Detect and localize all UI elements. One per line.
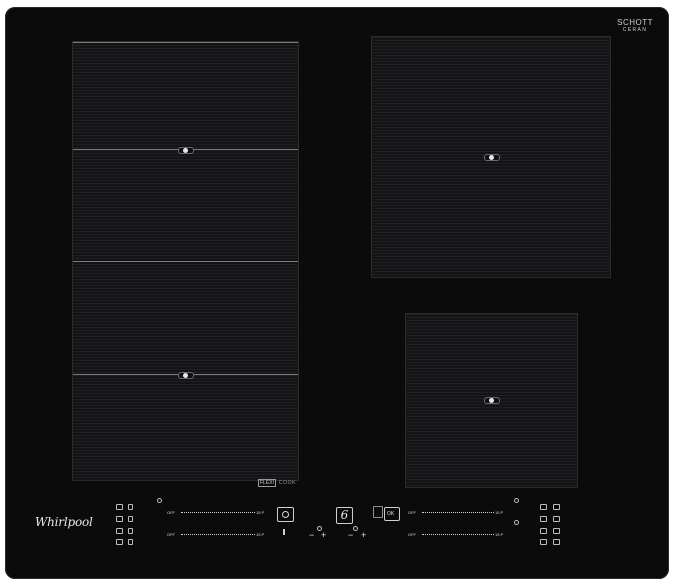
ok-label: OK	[387, 511, 395, 517]
zone-edge-top	[73, 42, 298, 43]
whirlpool-logo: Whirlpool	[35, 515, 93, 529]
zone-status-icon	[128, 516, 133, 522]
zone-status-icon	[553, 516, 560, 522]
zone-status-icon	[128, 539, 133, 545]
left-slider-2-max: 15 P	[256, 532, 265, 537]
zone-select-icon[interactable]	[116, 528, 123, 534]
setting-plus-button[interactable]: +	[361, 531, 366, 540]
function-icon	[373, 506, 383, 518]
zone-divider-2	[73, 261, 298, 262]
schott-text: SCHOTT	[617, 18, 653, 27]
zone-select-icon[interactable]	[116, 516, 123, 522]
power-slider-left-1[interactable]	[181, 512, 255, 514]
right-slider-2-off: OFF	[408, 532, 416, 537]
zone-select-icon[interactable]	[116, 539, 123, 545]
flexi-zone-front-left[interactable]	[72, 41, 299, 481]
left-slider-2-off: OFF	[167, 532, 175, 537]
power-slider-right-1[interactable]	[422, 512, 494, 514]
induction-hob-glass: SCHOTT CERAN FLEXI COOK Whirlpool OFF 15…	[5, 7, 669, 579]
zone-select-icon[interactable]	[540, 504, 547, 510]
power-button[interactable]	[277, 507, 294, 522]
right-slider-2-max: 15 P	[495, 532, 504, 537]
power-icon	[282, 511, 289, 518]
zone-select-icon[interactable]	[540, 516, 547, 522]
zone-center-marker	[484, 397, 500, 404]
zone-status-icon	[128, 504, 133, 510]
right-slider-1-max: 15 P	[495, 510, 504, 515]
power-slider-right-2[interactable]	[422, 534, 494, 536]
zone-center-marker	[484, 154, 500, 161]
left-slider-1-max: 15 P	[256, 510, 265, 515]
timer-indicator-icon	[514, 520, 519, 525]
zone-status-icon	[553, 504, 560, 510]
ok-button[interactable]: OK	[384, 507, 400, 521]
timer-indicator-icon	[157, 498, 162, 503]
zone-select-icon[interactable]	[540, 528, 547, 534]
zone-select-icon[interactable]	[540, 539, 547, 545]
setting-minus-button[interactable]: −	[348, 531, 353, 540]
timer-indicator-icon	[514, 498, 519, 503]
lock-icon[interactable]	[283, 529, 289, 535]
zone-status-icon	[128, 528, 133, 534]
zone-center-marker	[178, 372, 194, 379]
zone-status-icon	[553, 528, 560, 534]
timer-minus-button[interactable]: −	[309, 531, 314, 540]
ceran-text: CERAN	[622, 27, 648, 33]
zone-center-marker	[178, 147, 194, 154]
zone-status-icon	[553, 539, 560, 545]
flexi-badge-text: COOK	[278, 480, 297, 486]
timer-plus-button[interactable]: +	[321, 531, 326, 540]
zone-back-right[interactable]	[371, 36, 611, 278]
zone-front-right[interactable]	[405, 313, 578, 488]
left-slider-1-off: OFF	[167, 510, 175, 515]
zone-select-icon[interactable]	[116, 504, 123, 510]
flexi-cook-badge: FLEXI COOK	[258, 479, 296, 487]
right-slider-1-off: OFF	[408, 510, 416, 515]
power-slider-left-2[interactable]	[181, 534, 255, 536]
sixth-sense-display[interactable]: 6	[336, 507, 353, 524]
schott-ceran-mark: SCHOTT CERAN	[617, 18, 653, 34]
setting-indicator	[353, 526, 358, 531]
flexi-badge-box: FLEXI	[258, 479, 276, 487]
